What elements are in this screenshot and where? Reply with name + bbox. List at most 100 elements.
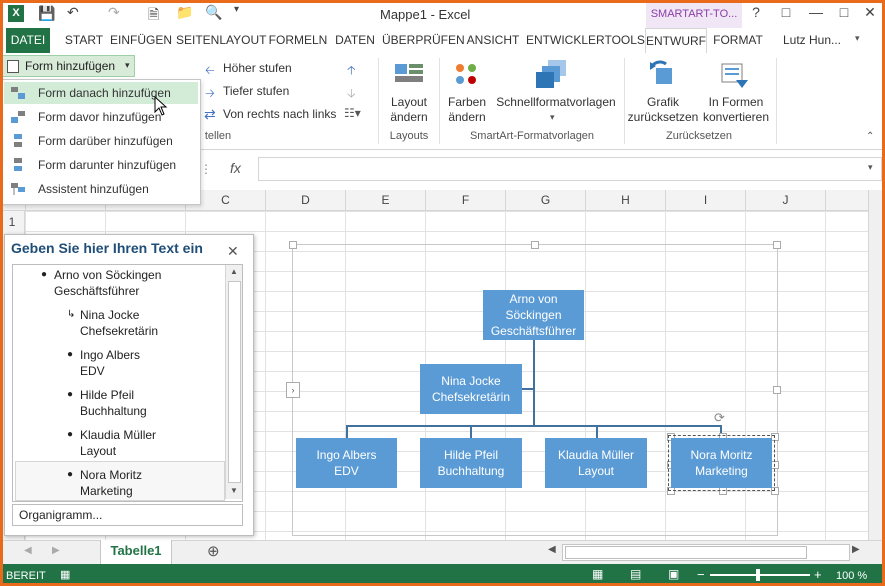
scroll-thumb[interactable] bbox=[228, 281, 241, 483]
scroll-down-icon[interactable]: ▼ bbox=[230, 486, 238, 495]
menu-item-add-after[interactable]: Form danach hinzufügen bbox=[4, 82, 198, 104]
tab-ansicht[interactable]: ANSICHT bbox=[464, 28, 522, 53]
resize-handle[interactable] bbox=[771, 433, 779, 441]
menu-item-add-below[interactable]: Form darunter hinzufügen bbox=[4, 154, 198, 176]
resize-handle[interactable] bbox=[719, 487, 727, 495]
menu-item-add-assistant[interactable]: Assistent hinzufügen bbox=[4, 178, 198, 200]
list-item[interactable]: Ingo Albers EDV bbox=[80, 347, 140, 379]
text-pane-scrollbar[interactable]: ▲ ▼ bbox=[225, 265, 242, 499]
move-up-icon[interactable]: 🡡 bbox=[347, 61, 356, 82]
tab-entwicklertools[interactable]: ENTWICKLERTOOLS bbox=[526, 28, 645, 53]
print-preview-icon[interactable]: 🔍 bbox=[205, 4, 222, 21]
add-shape-button[interactable]: Form hinzufügen ▾ bbox=[0, 55, 135, 77]
save-icon[interactable]: 💾 bbox=[38, 5, 55, 22]
resize-handle[interactable] bbox=[773, 241, 781, 249]
org-node-assistant[interactable]: Nina Jocke Chefsekretärin bbox=[420, 364, 522, 414]
normal-view-icon[interactable]: ▦ bbox=[592, 567, 603, 581]
org-node-staff[interactable]: Klaudia Müller Layout bbox=[545, 438, 647, 488]
help-button[interactable]: ? bbox=[746, 4, 766, 20]
expand-formula-icon[interactable]: ▾ bbox=[868, 162, 873, 173]
tab-seitenlayout[interactable]: SEITENLAYOUT bbox=[176, 28, 266, 53]
list-item[interactable]: Arno von Söckingen Geschäftsführer bbox=[54, 267, 161, 299]
collapse-ribbon-icon[interactable]: ⌃ bbox=[866, 131, 874, 142]
org-node-staff[interactable]: Hilde Pfeil Buchhaltung bbox=[420, 438, 522, 488]
list-item[interactable]: Klaudia Müller Layout bbox=[80, 427, 156, 459]
text-pane-list[interactable]: ● Arno von Söckingen Geschäftsführer ↳ Ni… bbox=[12, 264, 243, 502]
insert-function-button[interactable]: fx bbox=[230, 160, 241, 176]
vertical-scrollbar[interactable] bbox=[868, 190, 885, 540]
add-sheet-icon[interactable]: ⊕ bbox=[207, 542, 220, 560]
tab-format[interactable]: FORMAT bbox=[709, 28, 767, 53]
change-layout-button[interactable]: Layout ändern bbox=[384, 95, 434, 125]
list-item[interactable]: Nora Moritz Marketing bbox=[80, 467, 142, 499]
horizontal-scrollbar[interactable] bbox=[562, 544, 850, 561]
account-dropdown-icon[interactable]: ▾ bbox=[855, 33, 860, 44]
column-header[interactable]: J bbox=[745, 190, 825, 210]
tab-einfuegen[interactable]: EINFÜGEN bbox=[110, 28, 172, 53]
org-node-selected[interactable]: Nora Moritz Marketing bbox=[668, 435, 775, 491]
column-header[interactable] bbox=[825, 190, 868, 210]
list-item[interactable]: Nina Jocke Chefsekretärin bbox=[80, 307, 158, 339]
quick-styles-button[interactable]: Schnellformatvorlagen bbox=[494, 95, 618, 110]
tab-entwurf[interactable]: ENTWURF bbox=[645, 28, 707, 54]
column-header[interactable]: E bbox=[345, 190, 425, 210]
list-item[interactable]: Hilde Pfeil Buchhaltung bbox=[80, 387, 147, 419]
redo-icon[interactable]: ↷ bbox=[108, 4, 120, 21]
text-pane-toggle-icon[interactable]: › bbox=[286, 382, 300, 398]
prev-sheet-icon[interactable]: ◀ bbox=[24, 545, 32, 556]
resize-handle[interactable] bbox=[667, 487, 675, 495]
zoom-in-icon[interactable]: + bbox=[814, 567, 822, 582]
scroll-up-icon[interactable]: ▲ bbox=[230, 267, 238, 276]
change-colors-button[interactable]: Farben ändern bbox=[440, 95, 494, 125]
column-header[interactable]: F bbox=[425, 190, 505, 210]
formula-input[interactable] bbox=[258, 157, 882, 181]
page-break-view-icon[interactable]: ▣ bbox=[668, 567, 679, 581]
tab-daten[interactable]: DATEN bbox=[332, 28, 378, 53]
resize-handle[interactable] bbox=[773, 386, 781, 394]
user-account[interactable]: Lutz Hun... bbox=[772, 28, 852, 53]
horizontal-scroll-right-icon[interactable]: ▶ bbox=[852, 544, 860, 555]
open-folder-icon[interactable]: 📁 bbox=[176, 4, 193, 21]
tab-ueberpruefen[interactable]: ÜBERPRÜFEN bbox=[382, 28, 465, 53]
page-layout-view-icon[interactable]: ▤ bbox=[630, 567, 641, 581]
horizontal-scroll-left-icon[interactable]: ◀ bbox=[548, 544, 556, 555]
zoom-slider[interactable] bbox=[710, 574, 810, 576]
macro-record-icon[interactable]: ▦ bbox=[60, 568, 70, 581]
ribbon-display-icon[interactable]: □ bbox=[776, 4, 796, 20]
column-header[interactable]: G bbox=[505, 190, 585, 210]
horizontal-scroll-thumb[interactable] bbox=[565, 546, 807, 559]
new-file-icon[interactable]: 🗎 bbox=[148, 4, 159, 28]
promote-button[interactable]: Höher stufen bbox=[223, 61, 292, 75]
resize-handle[interactable] bbox=[531, 241, 539, 249]
close-icon[interactable]: ✕ bbox=[227, 243, 239, 260]
tab-formeln[interactable]: FORMELN bbox=[268, 28, 328, 53]
next-sheet-icon[interactable]: ▶ bbox=[52, 545, 60, 556]
close-button[interactable]: ✕ bbox=[860, 4, 880, 21]
menu-item-add-before[interactable]: Form davor hinzufügen bbox=[4, 106, 198, 128]
org-node-ceo[interactable]: Arno von Söckingen Geschäftsführer bbox=[483, 290, 584, 340]
smartart-type-link[interactable]: Organigramm... bbox=[12, 504, 243, 526]
restore-button[interactable]: □ bbox=[834, 4, 854, 20]
demote-button[interactable]: Tiefer stufen bbox=[223, 84, 289, 98]
smartart-frame[interactable] bbox=[292, 244, 778, 536]
org-node-staff[interactable]: Ingo Albers EDV bbox=[296, 438, 397, 488]
column-header[interactable]: D bbox=[265, 190, 345, 210]
column-header[interactable]: H bbox=[585, 190, 665, 210]
convert-to-shapes-button[interactable]: In Formen konvertieren bbox=[700, 95, 772, 125]
sheet-tab[interactable]: Tabelle1 bbox=[100, 540, 172, 565]
zoom-level[interactable]: 100 % bbox=[836, 570, 867, 582]
column-header[interactable]: I bbox=[665, 190, 745, 210]
right-to-left-button[interactable]: Von rechts nach links bbox=[223, 107, 336, 121]
rotate-handle-icon[interactable]: ⟳ bbox=[714, 410, 725, 426]
zoom-out-icon[interactable]: − bbox=[697, 567, 705, 582]
resize-handle[interactable] bbox=[771, 487, 779, 495]
resize-handle[interactable] bbox=[771, 461, 779, 469]
menu-item-add-above[interactable]: Form darüber hinzufügen bbox=[4, 130, 198, 152]
layout-options-icon[interactable]: ☷▾ bbox=[344, 106, 361, 120]
customize-qat-icon[interactable]: ▾ bbox=[234, 4, 239, 15]
undo-icon[interactable]: ↶ bbox=[67, 4, 79, 21]
quick-styles-dropdown-icon[interactable]: ▾ bbox=[550, 112, 555, 123]
minimize-button[interactable]: — bbox=[806, 4, 826, 20]
tab-datei[interactable]: DATEI bbox=[6, 28, 50, 53]
zoom-slider-thumb[interactable] bbox=[756, 569, 760, 581]
